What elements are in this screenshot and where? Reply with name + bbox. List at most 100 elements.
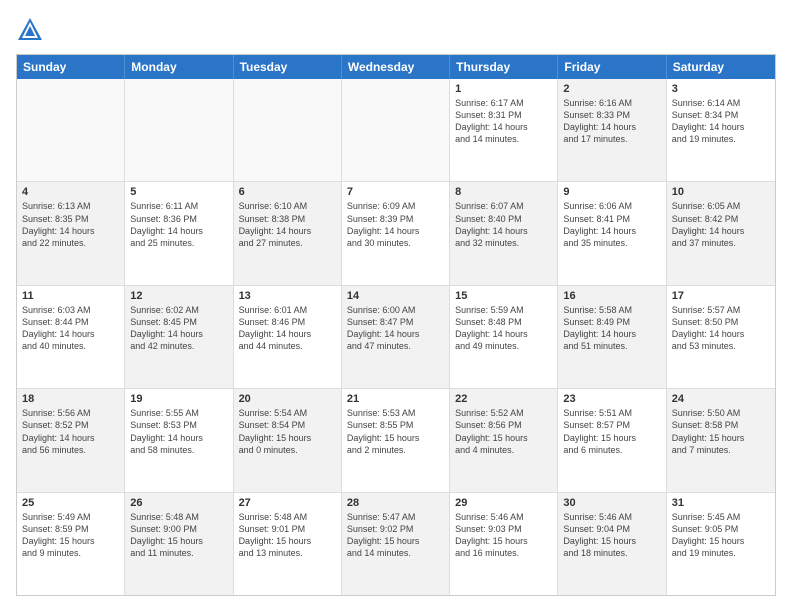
calendar-cell-2-4: 15 Sunrise: 5:59 AM Sunset: 8:48 PM Dayli… xyxy=(450,286,558,388)
day-number: 19 xyxy=(130,393,227,405)
day-info: Sunrise: 5:55 AM Sunset: 8:53 PM Dayligh… xyxy=(130,407,227,456)
page: SundayMondayTuesdayWednesdayThursdayFrid… xyxy=(0,0,792,612)
calendar-row-2: 11 Sunrise: 6:03 AM Sunset: 8:44 PM Dayli… xyxy=(17,286,775,389)
day-info: Sunrise: 5:46 AM Sunset: 9:04 PM Dayligh… xyxy=(563,511,660,560)
day-number: 21 xyxy=(347,393,444,405)
day-number: 14 xyxy=(347,290,444,302)
day-number: 23 xyxy=(563,393,660,405)
day-number: 30 xyxy=(563,497,660,509)
day-number: 9 xyxy=(563,186,660,198)
day-info: Sunrise: 6:05 AM Sunset: 8:42 PM Dayligh… xyxy=(672,200,770,249)
day-number: 16 xyxy=(563,290,660,302)
calendar-cell-2-2: 13 Sunrise: 6:01 AM Sunset: 8:46 PM Dayli… xyxy=(234,286,342,388)
day-info: Sunrise: 6:16 AM Sunset: 8:33 PM Dayligh… xyxy=(563,97,660,146)
day-info: Sunrise: 6:01 AM Sunset: 8:46 PM Dayligh… xyxy=(239,304,336,353)
day-number: 8 xyxy=(455,186,552,198)
calendar-cell-0-1 xyxy=(125,79,233,181)
calendar-header-row: SundayMondayTuesdayWednesdayThursdayFrid… xyxy=(17,55,775,79)
calendar-cell-1-2: 6 Sunrise: 6:10 AM Sunset: 8:38 PM Daylig… xyxy=(234,182,342,284)
calendar-cell-1-3: 7 Sunrise: 6:09 AM Sunset: 8:39 PM Daylig… xyxy=(342,182,450,284)
day-number: 18 xyxy=(22,393,119,405)
day-number: 4 xyxy=(22,186,119,198)
header-cell-saturday: Saturday xyxy=(667,55,775,79)
calendar-cell-3-2: 20 Sunrise: 5:54 AM Sunset: 8:54 PM Dayli… xyxy=(234,389,342,491)
day-number: 20 xyxy=(239,393,336,405)
day-number: 28 xyxy=(347,497,444,509)
calendar-cell-4-3: 28 Sunrise: 5:47 AM Sunset: 9:02 PM Dayli… xyxy=(342,493,450,595)
day-info: Sunrise: 6:06 AM Sunset: 8:41 PM Dayligh… xyxy=(563,200,660,249)
day-info: Sunrise: 6:03 AM Sunset: 8:44 PM Dayligh… xyxy=(22,304,119,353)
day-info: Sunrise: 5:47 AM Sunset: 9:02 PM Dayligh… xyxy=(347,511,444,560)
calendar-cell-0-0 xyxy=(17,79,125,181)
day-info: Sunrise: 5:46 AM Sunset: 9:03 PM Dayligh… xyxy=(455,511,552,560)
calendar-row-1: 4 Sunrise: 6:13 AM Sunset: 8:35 PM Daylig… xyxy=(17,182,775,285)
calendar-cell-3-6: 24 Sunrise: 5:50 AM Sunset: 8:58 PM Dayli… xyxy=(667,389,775,491)
day-number: 11 xyxy=(22,290,119,302)
day-number: 22 xyxy=(455,393,552,405)
calendar-cell-4-2: 27 Sunrise: 5:48 AM Sunset: 9:01 PM Dayli… xyxy=(234,493,342,595)
day-number: 5 xyxy=(130,186,227,198)
day-info: Sunrise: 5:54 AM Sunset: 8:54 PM Dayligh… xyxy=(239,407,336,456)
day-number: 27 xyxy=(239,497,336,509)
day-number: 12 xyxy=(130,290,227,302)
day-info: Sunrise: 6:14 AM Sunset: 8:34 PM Dayligh… xyxy=(672,97,770,146)
day-info: Sunrise: 5:48 AM Sunset: 9:00 PM Dayligh… xyxy=(130,511,227,560)
calendar-cell-3-0: 18 Sunrise: 5:56 AM Sunset: 8:52 PM Dayli… xyxy=(17,389,125,491)
day-info: Sunrise: 6:09 AM Sunset: 8:39 PM Dayligh… xyxy=(347,200,444,249)
calendar-cell-3-5: 23Sunrise: 5:51 AM Sunset: 8:57 PM Dayli… xyxy=(558,389,666,491)
calendar-cell-0-4: 1 Sunrise: 6:17 AM Sunset: 8:31 PM Daylig… xyxy=(450,79,558,181)
calendar-cell-4-0: 25 Sunrise: 5:49 AM Sunset: 8:59 PM Dayli… xyxy=(17,493,125,595)
calendar-row-3: 18 Sunrise: 5:56 AM Sunset: 8:52 PM Dayli… xyxy=(17,389,775,492)
day-info: Sunrise: 5:56 AM Sunset: 8:52 PM Dayligh… xyxy=(22,407,119,456)
day-number: 6 xyxy=(239,186,336,198)
calendar-cell-1-4: 8 Sunrise: 6:07 AM Sunset: 8:40 PM Daylig… xyxy=(450,182,558,284)
day-number: 2 xyxy=(563,83,660,95)
header-cell-monday: Monday xyxy=(125,55,233,79)
header xyxy=(16,16,776,44)
calendar-cell-3-3: 21 Sunrise: 5:53 AM Sunset: 8:55 PM Dayli… xyxy=(342,389,450,491)
calendar-cell-4-5: 30 Sunrise: 5:46 AM Sunset: 9:04 PM Dayli… xyxy=(558,493,666,595)
day-info: Sunrise: 6:02 AM Sunset: 8:45 PM Dayligh… xyxy=(130,304,227,353)
calendar-cell-4-6: 31 Sunrise: 5:45 AM Sunset: 9:05 PM Dayli… xyxy=(667,493,775,595)
day-info: Sunrise: 5:59 AM Sunset: 8:48 PM Dayligh… xyxy=(455,304,552,353)
calendar-cell-3-4: 22Sunrise: 5:52 AM Sunset: 8:56 PM Dayli… xyxy=(450,389,558,491)
day-info: Sunrise: 6:11 AM Sunset: 8:36 PM Dayligh… xyxy=(130,200,227,249)
calendar-cell-1-1: 5 Sunrise: 6:11 AM Sunset: 8:36 PM Daylig… xyxy=(125,182,233,284)
day-info: Sunrise: 5:48 AM Sunset: 9:01 PM Dayligh… xyxy=(239,511,336,560)
calendar-row-0: 1 Sunrise: 6:17 AM Sunset: 8:31 PM Daylig… xyxy=(17,79,775,182)
header-cell-thursday: Thursday xyxy=(450,55,558,79)
header-cell-friday: Friday xyxy=(558,55,666,79)
day-info: Sunrise: 6:17 AM Sunset: 8:31 PM Dayligh… xyxy=(455,97,552,146)
calendar-row-4: 25 Sunrise: 5:49 AM Sunset: 8:59 PM Dayli… xyxy=(17,493,775,595)
day-info: Sunrise: 6:07 AM Sunset: 8:40 PM Dayligh… xyxy=(455,200,552,249)
day-number: 25 xyxy=(22,497,119,509)
header-cell-tuesday: Tuesday xyxy=(234,55,342,79)
day-info: Sunrise: 5:53 AM Sunset: 8:55 PM Dayligh… xyxy=(347,407,444,456)
day-number: 29 xyxy=(455,497,552,509)
day-number: 15 xyxy=(455,290,552,302)
day-info: Sunrise: 6:10 AM Sunset: 8:38 PM Dayligh… xyxy=(239,200,336,249)
day-number: 1 xyxy=(455,83,552,95)
calendar-cell-0-5: 2 Sunrise: 6:16 AM Sunset: 8:33 PM Daylig… xyxy=(558,79,666,181)
calendar: SundayMondayTuesdayWednesdayThursdayFrid… xyxy=(16,54,776,596)
day-info: Sunrise: 5:45 AM Sunset: 9:05 PM Dayligh… xyxy=(672,511,770,560)
day-number: 31 xyxy=(672,497,770,509)
calendar-cell-2-5: 16Sunrise: 5:58 AM Sunset: 8:49 PM Dayli… xyxy=(558,286,666,388)
calendar-cell-0-6: 3 Sunrise: 6:14 AM Sunset: 8:34 PM Daylig… xyxy=(667,79,775,181)
day-info: Sunrise: 6:00 AM Sunset: 8:47 PM Dayligh… xyxy=(347,304,444,353)
calendar-cell-1-5: 9 Sunrise: 6:06 AM Sunset: 8:41 PM Daylig… xyxy=(558,182,666,284)
calendar-cell-2-3: 14 Sunrise: 6:00 AM Sunset: 8:47 PM Dayli… xyxy=(342,286,450,388)
calendar-body: 1 Sunrise: 6:17 AM Sunset: 8:31 PM Daylig… xyxy=(17,79,775,595)
calendar-cell-4-4: 29 Sunrise: 5:46 AM Sunset: 9:03 PM Dayli… xyxy=(450,493,558,595)
day-info: Sunrise: 6:13 AM Sunset: 8:35 PM Dayligh… xyxy=(22,200,119,249)
logo-icon xyxy=(16,16,44,44)
calendar-cell-2-0: 11 Sunrise: 6:03 AM Sunset: 8:44 PM Dayli… xyxy=(17,286,125,388)
day-info: Sunrise: 5:49 AM Sunset: 8:59 PM Dayligh… xyxy=(22,511,119,560)
day-number: 3 xyxy=(672,83,770,95)
logo xyxy=(16,16,48,44)
day-number: 7 xyxy=(347,186,444,198)
calendar-cell-0-3 xyxy=(342,79,450,181)
day-info: Sunrise: 5:50 AM Sunset: 8:58 PM Dayligh… xyxy=(672,407,770,456)
day-number: 24 xyxy=(672,393,770,405)
day-number: 13 xyxy=(239,290,336,302)
